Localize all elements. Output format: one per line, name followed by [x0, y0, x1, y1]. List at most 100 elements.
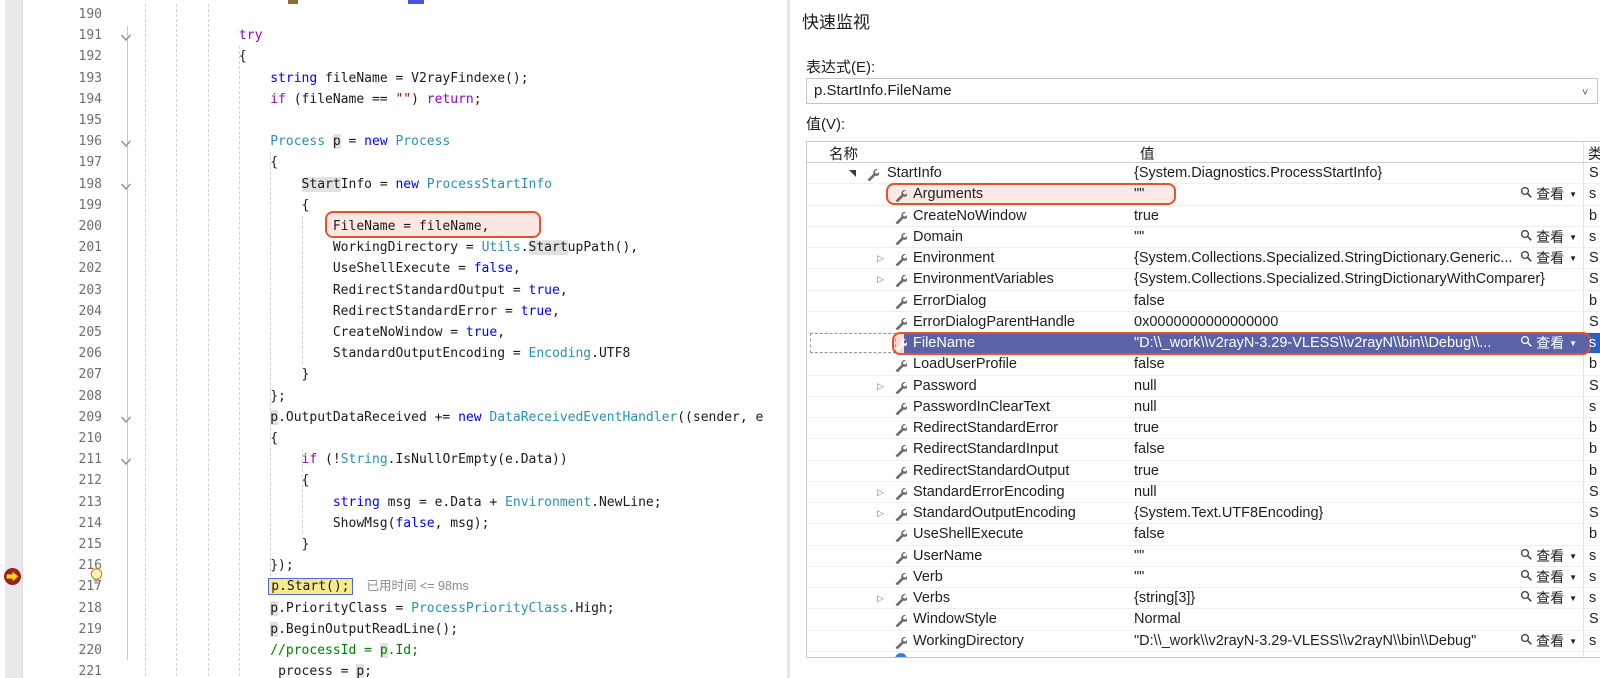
- view-button[interactable]: 查看▼: [1520, 248, 1577, 269]
- expand-arrow-icon[interactable]: ▷: [877, 248, 889, 269]
- watch-row-Arguments[interactable]: Arguments""查看▼s: [807, 184, 1600, 205]
- code-line[interactable]: string fileName = V2rayFindexe();: [145, 68, 529, 89]
- line-number: 209: [40, 407, 102, 428]
- magnifier-icon: [1520, 227, 1533, 248]
- table-header[interactable]: 名称 值 类型: [807, 142, 1600, 163]
- watch-row-Verbs[interactable]: ▷Verbs{string[3]}查看▼s: [807, 588, 1600, 609]
- expand-arrow-icon[interactable]: ▷: [877, 376, 889, 397]
- code-line[interactable]: //processId = p.Id;: [145, 640, 419, 661]
- watch-row-Domain[interactable]: Domain""查看▼s: [807, 227, 1600, 248]
- view-button[interactable]: 查看▼: [1520, 184, 1577, 205]
- code-line[interactable]: UseShellExecute = false,: [145, 258, 521, 279]
- lightbulb-icon[interactable]: [88, 567, 105, 586]
- code-line[interactable]: FileName = fileName,: [145, 216, 489, 237]
- code-line[interactable]: process = p;: [145, 661, 372, 678]
- watch-row-StandardOutputEncoding[interactable]: ▷StandardOutputEncoding{System.Text.UTF8…: [807, 503, 1600, 524]
- expand-arrow-icon[interactable]: ▷: [877, 588, 889, 609]
- watch-row-WorkingDirectory[interactable]: WorkingDirectory"D:\\_work\\v2rayN-3.29-…: [807, 631, 1600, 652]
- fold-chevron-icon[interactable]: [120, 29, 133, 50]
- row-value: false: [1134, 354, 1165, 375]
- watch-row-RedirectStandardOutput[interactable]: RedirectStandardOutputtrueb: [807, 461, 1600, 482]
- view-button[interactable]: 查看▼: [1520, 333, 1577, 354]
- current-statement-breakpoint-icon[interactable]: [3, 567, 22, 586]
- line-number: 208: [40, 386, 102, 407]
- watch-row-Password[interactable]: ▷PasswordnullS: [807, 376, 1600, 397]
- code-line[interactable]: ShowMsg(false, msg);: [145, 513, 489, 534]
- watch-row-WindowStyle[interactable]: WindowStyleNormalS: [807, 609, 1600, 630]
- code-line[interactable]: RedirectStandardError = true,: [145, 301, 560, 322]
- dropdown-arrow-icon[interactable]: ▼: [1567, 227, 1577, 248]
- column-header-name[interactable]: 名称: [829, 143, 858, 164]
- expand-arrow-icon[interactable]: ▷: [877, 482, 889, 503]
- column-header-value[interactable]: 值: [1140, 143, 1155, 164]
- watch-row-RedirectStandardInput[interactable]: RedirectStandardInputfalseb: [807, 439, 1600, 460]
- dropdown-arrow-icon[interactable]: ▼: [1567, 333, 1577, 354]
- code-line[interactable]: if (fileName == "") return;: [145, 89, 482, 110]
- watch-row-PasswordInClearText[interactable]: PasswordInClearTextnulls: [807, 397, 1600, 418]
- watch-row-FileName[interactable]: FileName"D:\\_work\\v2rayN-3.29-VLESS\\v…: [807, 333, 1600, 354]
- watch-row-CreateNoWindow[interactable]: CreateNoWindowtrueb: [807, 206, 1600, 227]
- row-name: StartInfo: [887, 163, 942, 184]
- view-button[interactable]: 查看▼: [1520, 227, 1577, 248]
- chevron-down-icon[interactable]: ˅: [1582, 87, 1592, 97]
- code-line[interactable]: p.PriorityClass = ProcessPriorityClass.H…: [145, 598, 615, 619]
- code-line[interactable]: try: [145, 25, 262, 46]
- code-line[interactable]: }: [145, 534, 309, 555]
- watch-row-UserName[interactable]: UserName""查看▼s: [807, 546, 1600, 567]
- watch-row-Environment[interactable]: ▷Environment{System.Collections.Speciali…: [807, 248, 1600, 269]
- code-line[interactable]: StandardOutputEncoding = Encoding.UTF8: [145, 343, 630, 364]
- watch-row-StartInfo[interactable]: StartInfo{System.Diagnostics.ProcessStar…: [807, 163, 1600, 184]
- code-line[interactable]: if (!String.IsNullOrEmpty(e.Data)): [145, 449, 568, 470]
- fold-chevron-icon[interactable]: [120, 135, 133, 156]
- watch-row-RedirectStandardError[interactable]: RedirectStandardErrortrueb: [807, 418, 1600, 439]
- expression-label: 表达式(E):: [806, 56, 875, 77]
- code-line[interactable]: p.BeginOutputReadLine();: [145, 619, 458, 640]
- view-button[interactable]: 查看▼: [1520, 546, 1577, 567]
- watch-row-StandardErrorEncoding[interactable]: ▷StandardErrorEncodingnullS: [807, 482, 1600, 503]
- code-line[interactable]: {: [145, 195, 309, 216]
- watch-row-LoadUserProfile[interactable]: LoadUserProfilefalseb: [807, 354, 1600, 375]
- fold-chevron-icon[interactable]: [120, 453, 133, 474]
- watch-row-UseShellExecute[interactable]: UseShellExecutefalseb: [807, 524, 1600, 545]
- dropdown-arrow-icon[interactable]: ▼: [1567, 567, 1577, 588]
- code-line[interactable]: Process p = new Process: [145, 131, 450, 152]
- collapse-arrow-icon[interactable]: [849, 163, 861, 184]
- code-line[interactable]: p.Start();已用时间 <= 98ms: [145, 576, 469, 597]
- code-line[interactable]: {: [145, 152, 278, 173]
- row-type: S: [1589, 609, 1599, 630]
- expression-combobox[interactable]: p.StartInfo.FileName ˅: [806, 78, 1598, 104]
- dropdown-arrow-icon[interactable]: ▼: [1567, 631, 1577, 652]
- fold-chevron-icon[interactable]: [120, 411, 133, 432]
- dropdown-arrow-icon[interactable]: ▼: [1567, 184, 1577, 205]
- watch-row-ErrorDialog[interactable]: ErrorDialogfalseb: [807, 291, 1600, 312]
- expand-arrow-icon[interactable]: ▷: [877, 503, 889, 524]
- property-wrench-icon: [894, 269, 908, 290]
- code-line[interactable]: }: [145, 364, 309, 385]
- watch-row-ErrorDialogParentHandle[interactable]: ErrorDialogParentHandle0x000000000000000…: [807, 312, 1600, 333]
- code-editor[interactable]: 1901911921931941951961971981992002012022…: [0, 0, 787, 678]
- code-line[interactable]: };: [145, 386, 286, 407]
- view-button[interactable]: 查看▼: [1520, 588, 1577, 609]
- watch-row-Verb[interactable]: Verb""查看▼s: [807, 567, 1600, 588]
- expand-arrow-icon[interactable]: ▷: [877, 269, 889, 290]
- code-line[interactable]: string msg = e.Data + Environment.NewLin…: [145, 492, 662, 513]
- watch-row-EnvironmentVariables[interactable]: ▷EnvironmentVariables{System.Collections…: [807, 269, 1600, 290]
- column-header-type[interactable]: 类型: [1588, 143, 1600, 164]
- view-button[interactable]: 查看▼: [1520, 631, 1577, 652]
- code-line[interactable]: {: [145, 46, 247, 67]
- row-value: {System.Collections.Specialized.StringDi…: [1134, 248, 1513, 269]
- code-line[interactable]: p.OutputDataReceived += new DataReceived…: [145, 407, 763, 428]
- fold-chevron-icon[interactable]: [120, 178, 133, 199]
- code-line[interactable]: {: [145, 470, 309, 491]
- dropdown-arrow-icon[interactable]: ▼: [1567, 248, 1577, 269]
- code-line[interactable]: WorkingDirectory = Utils.StartupPath(),: [145, 237, 638, 258]
- row-name: LoadUserProfile: [913, 354, 1017, 375]
- dropdown-arrow-icon[interactable]: ▼: [1567, 588, 1577, 609]
- code-line[interactable]: {: [145, 428, 278, 449]
- code-line[interactable]: CreateNoWindow = true,: [145, 322, 505, 343]
- view-button[interactable]: 查看▼: [1520, 567, 1577, 588]
- code-line[interactable]: });: [145, 555, 294, 576]
- code-line[interactable]: StartInfo = new ProcessStartInfo: [145, 174, 552, 195]
- dropdown-arrow-icon[interactable]: ▼: [1567, 546, 1577, 567]
- code-line[interactable]: RedirectStandardOutput = true,: [145, 280, 568, 301]
